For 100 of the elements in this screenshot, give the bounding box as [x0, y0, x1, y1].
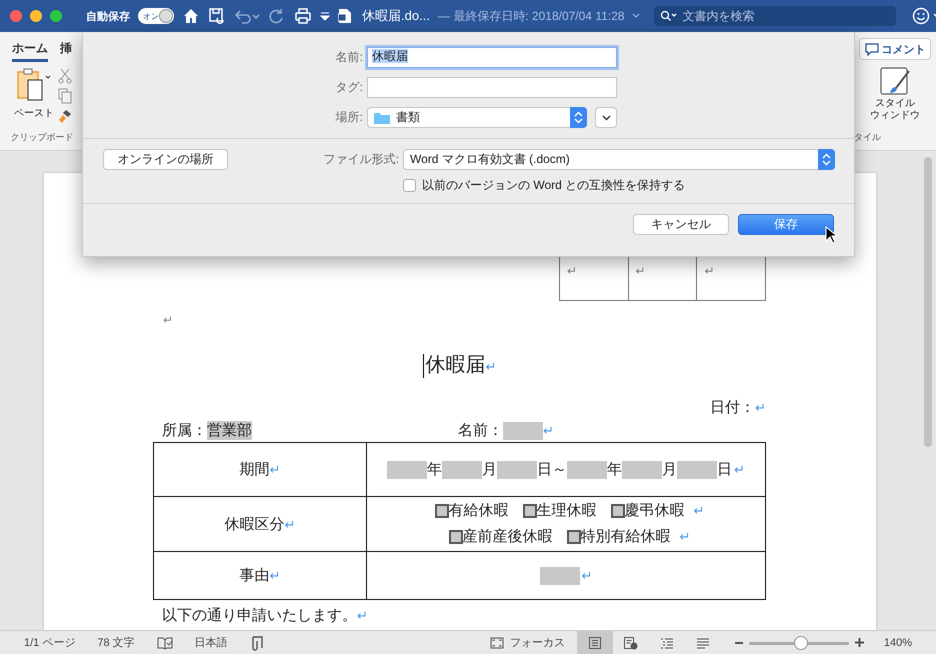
- row-header: 期間: [240, 462, 270, 478]
- expand-button[interactable]: [595, 107, 617, 128]
- checkbox[interactable]: [448, 530, 462, 544]
- word-document-icon: [338, 8, 352, 24]
- checkbox[interactable]: [566, 530, 580, 544]
- proofing-icon[interactable]: [156, 636, 173, 650]
- paragraph-mark: ↵: [636, 264, 646, 279]
- form-text: 年: [427, 460, 442, 480]
- form-text: 年: [607, 460, 622, 480]
- checkbox[interactable]: [403, 179, 416, 192]
- view-button[interactable]: [576, 631, 613, 654]
- zoom-in-icon[interactable]: [854, 638, 864, 647]
- form-field[interactable]: [540, 566, 580, 584]
- field-label: 場所:: [334, 109, 364, 126]
- text-cursor: [422, 354, 424, 378]
- autosave-label: 自動保存: [86, 10, 130, 24]
- zoom-level: 140%: [884, 636, 912, 648]
- paragraph-mark: ↵: [755, 400, 766, 415]
- form-text: 日～: [537, 460, 567, 480]
- form-text: 月: [482, 460, 497, 480]
- field-label: タグ:: [334, 79, 364, 96]
- dropdown-icon[interactable]: [320, 11, 330, 21]
- ribbon-tab[interactable]: ホーム: [12, 40, 48, 62]
- page-count: 1/1 ページ: [24, 636, 76, 650]
- folder-icon: [374, 111, 390, 124]
- form-text: 日: [717, 460, 732, 480]
- file-format-popup[interactable]: Word マクロ有効文書 (.docm): [403, 149, 835, 170]
- print-layout-icon: [588, 636, 602, 650]
- form-field[interactable]: [442, 460, 482, 478]
- checkbox-label: 生理休暇: [536, 502, 596, 521]
- checkbox-label: 以前のバージョンの Word との互換性を保持する: [422, 177, 686, 194]
- group-label: タイル: [854, 131, 881, 144]
- autosave-toggle[interactable]: オン: [138, 8, 174, 24]
- checkbox-label: 特別有給休暇: [580, 528, 670, 547]
- comment-icon: [864, 42, 878, 56]
- language-label: 日本語: [194, 636, 228, 650]
- outline-icon: [660, 636, 674, 650]
- paragraph-mark: ↵: [543, 422, 554, 438]
- online-locations-button[interactable]: オンラインの場所: [103, 149, 228, 170]
- zoom-icon[interactable]: [50, 10, 62, 22]
- paragraph-mark: ↵: [567, 264, 577, 279]
- paragraph-mark: ↵: [270, 568, 280, 583]
- checkbox-label: 産前産後休暇: [462, 527, 552, 547]
- focus-icon: [490, 636, 504, 648]
- document-title: 休暇届: [426, 352, 486, 376]
- zoom-slider[interactable]: [748, 636, 849, 650]
- paste-label: ペースト: [14, 107, 54, 120]
- name-label: 名前：: [458, 422, 503, 440]
- paragraph-mark: ↵: [486, 360, 496, 375]
- format-painter-icon[interactable]: [58, 108, 72, 124]
- form-field[interactable]: [503, 422, 543, 440]
- paragraph-mark: ↵: [734, 460, 745, 478]
- chevron-icon: [602, 114, 610, 120]
- redo-icon[interactable]: [268, 7, 286, 25]
- paragraph-mark: ↵: [357, 608, 368, 623]
- form-field[interactable]: [567, 460, 607, 478]
- word-count: 78 文字: [97, 636, 135, 650]
- stepper-icon: [822, 153, 831, 166]
- clipboard-icon[interactable]: [16, 68, 52, 102]
- search-icon: [660, 10, 678, 22]
- web-layout-icon: [623, 636, 638, 650]
- paragraph-mark: ↵: [694, 502, 704, 520]
- checkbox[interactable]: [522, 504, 536, 518]
- paragraph-mark: ↵: [680, 528, 690, 546]
- paragraph-mark: ↵: [704, 264, 714, 279]
- comment-button[interactable]: コメント: [859, 38, 931, 60]
- tag-field[interactable]: [367, 77, 617, 98]
- checkbox[interactable]: [434, 504, 448, 518]
- close-icon[interactable]: [10, 10, 22, 22]
- focus-button[interactable]: フォーカス: [490, 635, 565, 650]
- search-field[interactable]: 文書内を検索: [654, 6, 896, 26]
- minimize-icon[interactable]: [30, 10, 42, 22]
- draft-icon: [696, 636, 710, 650]
- paragraph-mark: ↵: [582, 566, 592, 584]
- group-label: クリップボード: [10, 131, 74, 144]
- paragraph-mark: ↵: [163, 313, 173, 328]
- chevron-icon[interactable]: [632, 13, 640, 19]
- save-icon[interactable]: [208, 7, 226, 25]
- stepper-icon: [574, 111, 583, 124]
- scissors-icon[interactable]: [58, 68, 72, 84]
- style-window-button[interactable]: スタイル ウィンドウ: [870, 66, 920, 121]
- ribbon-tab[interactable]: 挿: [60, 40, 74, 62]
- smiley-icon[interactable]: [912, 7, 936, 25]
- print-icon[interactable]: [294, 7, 312, 25]
- checkbox[interactable]: [610, 504, 624, 518]
- form-field[interactable]: [387, 460, 427, 478]
- macro-icon[interactable]: [250, 634, 264, 650]
- affiliation-field[interactable]: 営業部: [207, 421, 252, 440]
- form-field[interactable]: [622, 460, 662, 478]
- home-icon[interactable]: [182, 7, 200, 25]
- slider-thumb[interactable]: [794, 636, 808, 650]
- cancel-button[interactable]: キャンセル: [633, 214, 729, 235]
- form-field[interactable]: [677, 460, 717, 478]
- paragraph-mark: ↵: [270, 462, 280, 477]
- location-popup[interactable]: 書類: [367, 107, 587, 128]
- form-text: 月: [662, 460, 677, 480]
- form-field[interactable]: [497, 460, 537, 478]
- name-field[interactable]: 休暇届: [367, 47, 617, 68]
- row-header: 休暇区分: [224, 516, 284, 532]
- window-title: 休暇届.do...: [362, 7, 430, 25]
